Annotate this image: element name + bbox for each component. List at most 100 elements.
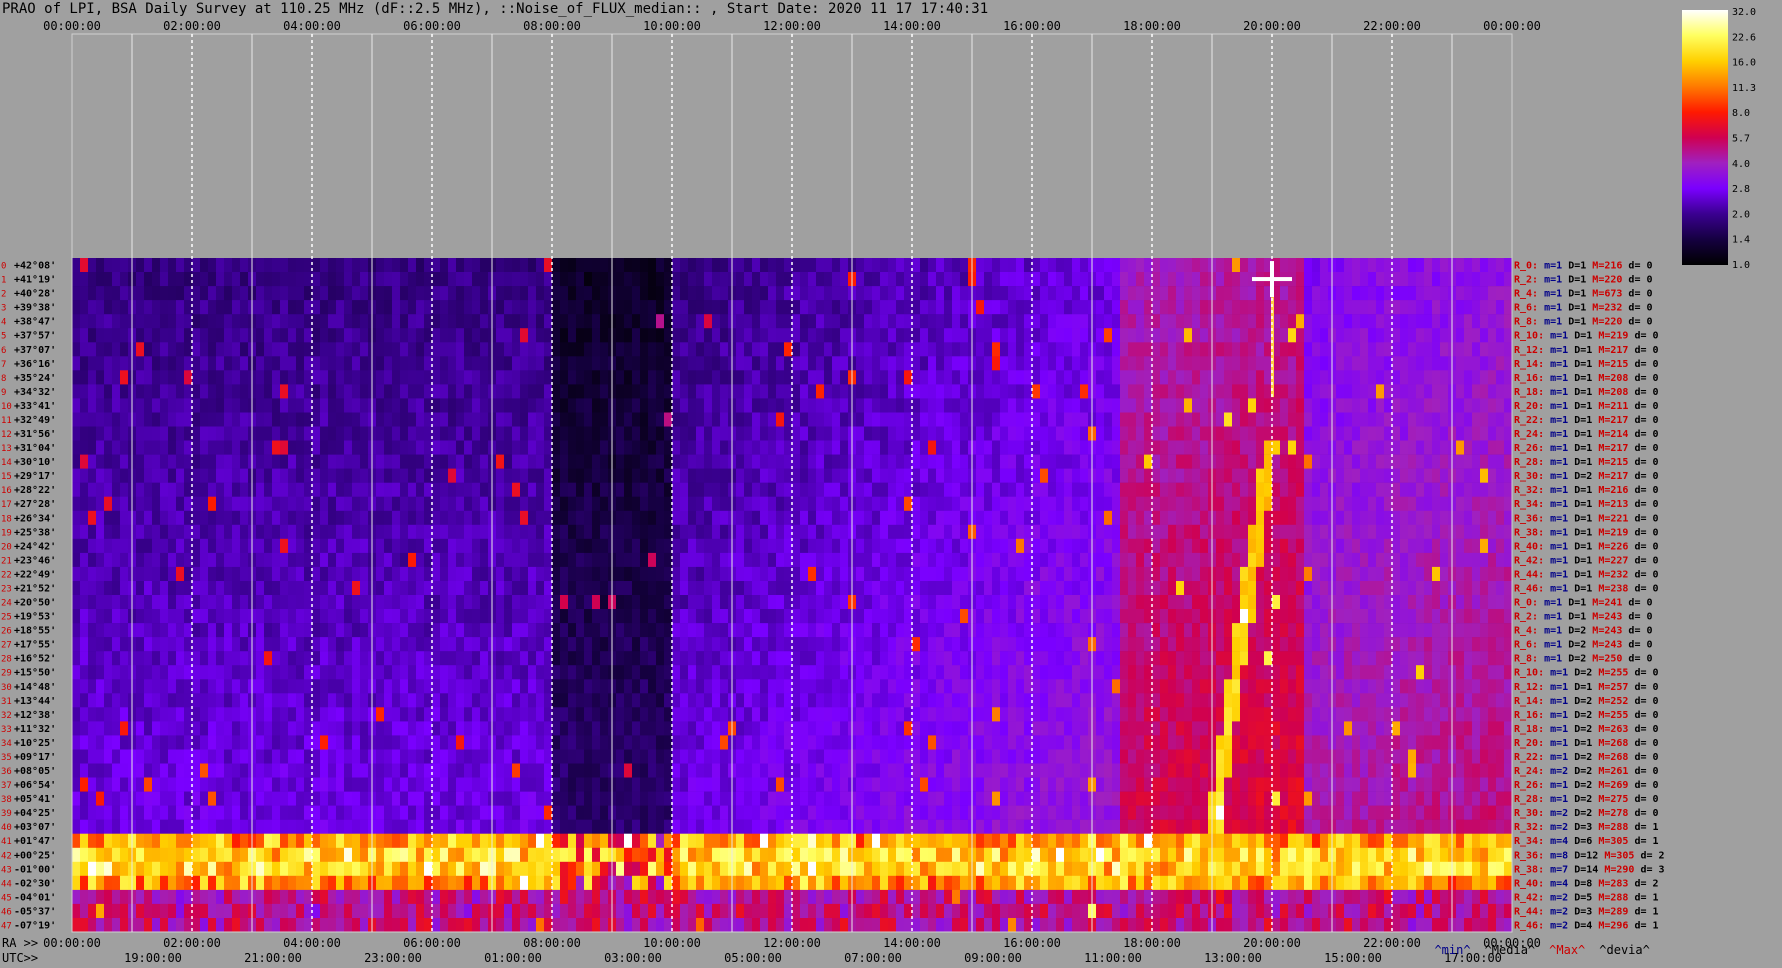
heatmap-cell xyxy=(776,524,784,540)
heatmap-cell xyxy=(384,272,392,287)
heatmap-cell xyxy=(600,412,608,427)
heatmap-cell xyxy=(88,426,96,441)
heatmap-cell xyxy=(1296,426,1304,441)
heatmap-cell xyxy=(896,552,904,568)
heatmap-cell xyxy=(496,581,504,596)
heatmap-cell xyxy=(152,342,160,357)
heatmap-cell xyxy=(256,258,264,273)
heatmap-cell xyxy=(1024,328,1032,343)
heatmap-cell xyxy=(920,595,928,610)
heatmap-cell xyxy=(560,356,568,371)
heatmap-cell xyxy=(1312,328,1320,343)
heatmap-cell xyxy=(776,398,784,413)
heatmap-cell xyxy=(680,272,688,287)
heatmap-cell xyxy=(184,623,192,638)
heatmap-cell xyxy=(576,482,584,498)
heatmap-cell xyxy=(1408,482,1416,498)
heatmap-cell xyxy=(1008,384,1016,399)
heatmap-cell xyxy=(568,258,576,273)
heatmap-cell xyxy=(392,581,400,596)
heatmap-cell xyxy=(616,510,624,526)
heatmap-cell xyxy=(224,609,232,624)
heatmap-cell xyxy=(424,623,432,638)
heatmap-cell xyxy=(872,581,880,596)
heatmap-cell xyxy=(992,468,1000,483)
heatmap-cell xyxy=(1440,328,1448,343)
heatmap-cell xyxy=(816,300,824,315)
heatmap-cell xyxy=(400,272,408,287)
heatmap-cell xyxy=(120,609,128,624)
heatmap-cell xyxy=(912,609,920,624)
heatmap-cell xyxy=(176,538,184,554)
heatmap-cell xyxy=(320,524,328,540)
heatmap-cell xyxy=(1056,468,1064,483)
heatmap-cell xyxy=(1080,272,1088,287)
heatmap-cell xyxy=(536,581,544,596)
heatmap-cell xyxy=(432,637,440,652)
heatmap-cell xyxy=(752,356,760,371)
heatmap-cell xyxy=(1312,314,1320,329)
heatmap-cell xyxy=(1408,440,1416,455)
heatmap-cell xyxy=(1168,426,1176,441)
heatmap-cell xyxy=(456,398,464,413)
heatmap-cell xyxy=(280,412,288,427)
heatmap-cell xyxy=(376,272,384,287)
heatmap-cell xyxy=(1176,538,1184,554)
heatmap-cell xyxy=(376,440,384,455)
heatmap-cell xyxy=(456,286,464,301)
heatmap-cell xyxy=(688,595,696,610)
heatmap-cell xyxy=(104,595,112,610)
heatmap-cell xyxy=(792,581,800,596)
heatmap-cell xyxy=(1336,342,1344,357)
heatmap-cell xyxy=(400,454,408,469)
heatmap-cell xyxy=(1368,412,1376,427)
heatmap-cell xyxy=(464,510,472,526)
heatmap-cell xyxy=(672,384,680,399)
heatmap-cell xyxy=(880,412,888,427)
heatmap-cell xyxy=(464,468,472,483)
heatmap-cell xyxy=(640,454,648,469)
heatmap-cell xyxy=(80,314,88,329)
heatmap-cell xyxy=(88,258,96,273)
heatmap-cell xyxy=(952,300,960,315)
heatmap-cell xyxy=(464,412,472,427)
heatmap-cell xyxy=(1056,272,1064,287)
heatmap-cell xyxy=(888,314,896,329)
heatmap-cell xyxy=(416,384,424,399)
heatmap-cell xyxy=(424,398,432,413)
heatmap-cell xyxy=(304,356,312,371)
heatmap-cell xyxy=(1176,426,1184,441)
heatmap-cell xyxy=(472,581,480,596)
heatmap-cell xyxy=(136,412,144,427)
heatmap-cell xyxy=(304,609,312,624)
heatmap-cell xyxy=(1000,342,1008,357)
heatmap-cell xyxy=(264,581,272,596)
heatmap-cell xyxy=(1496,609,1504,624)
heatmap-cell xyxy=(1304,300,1312,315)
heatmap-cell xyxy=(1192,581,1200,596)
heatmap-cell xyxy=(1136,595,1144,610)
heatmap-cell xyxy=(664,286,672,301)
heatmap-cell xyxy=(1304,496,1312,512)
heatmap-cell xyxy=(760,258,768,273)
heatmap-cell xyxy=(1320,342,1328,357)
heatmap-cell xyxy=(1312,412,1320,427)
heatmap-cell xyxy=(544,440,552,455)
heatmap-cell xyxy=(576,637,584,652)
heatmap-cell xyxy=(952,552,960,568)
heatmap-cell xyxy=(832,370,840,385)
heatmap-cell xyxy=(1288,482,1296,498)
heatmap-cell xyxy=(464,300,472,315)
heatmap-cell xyxy=(1264,398,1272,413)
heatmap-cell xyxy=(712,300,720,315)
heatmap-cell xyxy=(152,370,160,385)
heatmap-cell xyxy=(808,468,816,483)
heatmap-cell xyxy=(696,609,704,624)
heatmap-cell xyxy=(208,623,216,638)
heatmap-cell xyxy=(776,258,784,273)
heatmap-cell xyxy=(1416,272,1424,287)
heatmap-cell xyxy=(1072,356,1080,371)
heatmap-cell xyxy=(1152,328,1160,343)
heatmap-cell xyxy=(872,510,880,526)
heatmap-cell xyxy=(152,510,160,526)
